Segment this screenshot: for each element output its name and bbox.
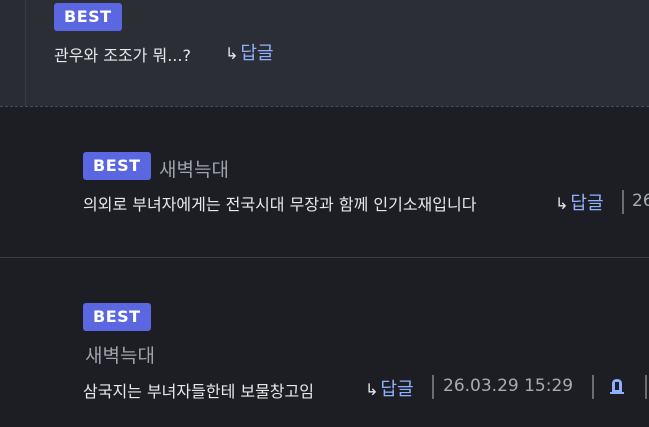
best-badge: BEST [54, 3, 122, 31]
reply-label: 답글 [380, 379, 414, 400]
reply-button[interactable]: ↳ 답글 [225, 39, 274, 65]
reply-button[interactable]: ↳ 답글 [365, 375, 414, 401]
separator-bar [432, 375, 434, 399]
reply-label: 답글 [240, 43, 274, 64]
best-badge: BEST [83, 303, 151, 331]
reply-button[interactable]: ↳ 답글 [555, 189, 604, 215]
separator-bar [645, 375, 647, 399]
comment-2: BEST 새벽늑대 의외로 부녀자에게는 전국시대 무장과 함께 인기소재입니다… [0, 107, 649, 258]
comment-1-body: BEST 관우와 조조가 뭐...? ↳ 답글 [25, 0, 649, 106]
comment-3: BEST 새벽늑대 삼국지는 부녀자들한테 보물창고임 ↳ 답글 26.03.29… [0, 258, 649, 427]
comment-1: BEST 관우와 조조가 뭐...? ↳ 답글 [0, 0, 649, 106]
separator-bar [592, 375, 594, 399]
reply-arrow-icon: ↳ [365, 380, 379, 399]
separator-bar [622, 190, 624, 214]
comment-date: 26 [632, 191, 649, 211]
author-name[interactable]: 새벽늑대 [85, 341, 155, 368]
comment-text: 의외로 부녀자에게는 전국시대 무장과 함께 인기소재입니다 [83, 195, 477, 214]
comment-date: 26.03.29 15:29 [443, 376, 574, 396]
comment-text: 관우와 조조가 뭐...? [54, 46, 191, 65]
reply-label: 답글 [570, 193, 604, 214]
author-name[interactable]: 새벽늑대 [159, 155, 229, 182]
best-badge: BEST [83, 152, 151, 180]
comment-text: 삼국지는 부녀자들한테 보물창고임 [83, 382, 314, 401]
reply-arrow-icon: ↳ [555, 194, 569, 213]
reply-arrow-icon: ↳ [225, 44, 239, 63]
thread-indent-bar [0, 0, 25, 106]
bell-icon[interactable] [609, 377, 625, 397]
